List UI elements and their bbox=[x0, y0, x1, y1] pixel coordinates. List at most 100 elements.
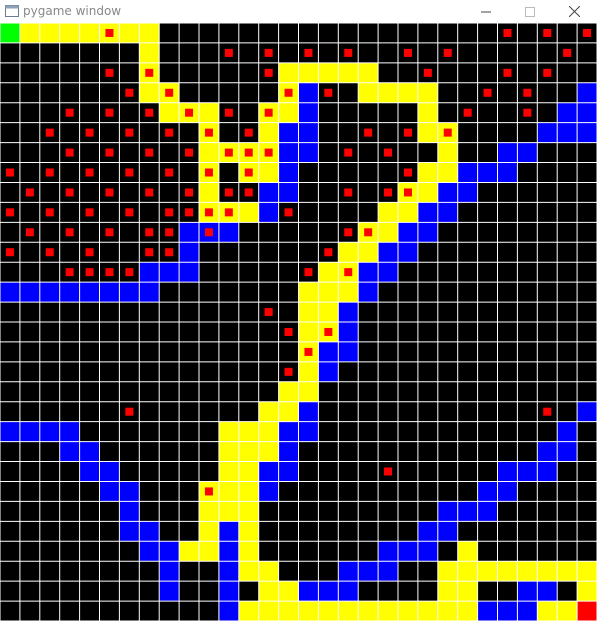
wall-cell bbox=[278, 162, 299, 183]
red-dot-marker bbox=[105, 108, 114, 117]
wall-cell bbox=[358, 262, 379, 283]
close-icon bbox=[568, 6, 580, 17]
wall-cell bbox=[477, 501, 498, 522]
path-cell bbox=[59, 23, 80, 43]
wall-cell bbox=[318, 581, 339, 602]
path-cell bbox=[238, 461, 259, 482]
wall-cell bbox=[278, 421, 299, 442]
red-dot-marker bbox=[304, 347, 313, 356]
path-cell bbox=[537, 601, 558, 621]
wall-cell bbox=[59, 441, 80, 462]
minimize-button[interactable] bbox=[463, 0, 509, 23]
path-cell bbox=[258, 401, 279, 422]
maximize-icon bbox=[525, 6, 535, 17]
path-cell bbox=[278, 62, 299, 83]
red-dot-marker bbox=[324, 88, 333, 97]
path-cell bbox=[258, 581, 279, 602]
wall-cell bbox=[398, 242, 418, 263]
path-cell bbox=[318, 262, 339, 283]
red-dot-marker bbox=[304, 268, 313, 277]
path-cell bbox=[218, 501, 239, 522]
wall-cell bbox=[497, 142, 518, 163]
wall-cell bbox=[517, 142, 538, 163]
wall-cell bbox=[159, 541, 180, 562]
wall-cell bbox=[537, 122, 558, 143]
red-dot-marker bbox=[65, 188, 74, 197]
red-dot-marker bbox=[145, 108, 154, 117]
wall-cell bbox=[218, 541, 239, 562]
path-cell bbox=[417, 601, 438, 621]
red-dot-marker bbox=[145, 68, 154, 77]
path-cell bbox=[557, 601, 578, 621]
path-cell bbox=[218, 461, 239, 482]
path-cell bbox=[199, 541, 219, 562]
red-dot-marker bbox=[45, 248, 54, 257]
maximize-button[interactable] bbox=[507, 0, 553, 23]
wall-cell bbox=[258, 182, 279, 203]
red-dot-marker bbox=[45, 168, 54, 177]
path-cell bbox=[318, 302, 339, 322]
red-dot-marker bbox=[165, 128, 174, 137]
path-cell bbox=[278, 601, 299, 621]
close-button[interactable] bbox=[551, 0, 597, 23]
path-cell bbox=[258, 421, 279, 442]
red-dot-marker bbox=[344, 228, 353, 237]
path-cell bbox=[358, 82, 379, 103]
wall-cell bbox=[338, 302, 359, 322]
path-cell bbox=[318, 62, 339, 83]
path-cell bbox=[457, 581, 478, 602]
red-dot-marker bbox=[304, 48, 313, 57]
path-cell bbox=[577, 561, 597, 582]
path-cell bbox=[19, 23, 40, 43]
red-dot-marker bbox=[344, 48, 353, 57]
path-cell bbox=[378, 202, 398, 223]
wall-cell bbox=[477, 162, 498, 183]
red-dot-marker bbox=[105, 228, 114, 237]
path-cell bbox=[378, 82, 398, 103]
red-dot-marker bbox=[5, 168, 14, 177]
path-cell bbox=[398, 202, 418, 223]
wall-cell bbox=[457, 162, 478, 183]
wall-cell bbox=[318, 361, 339, 382]
red-dot-marker bbox=[65, 148, 74, 157]
wall-cell bbox=[497, 481, 518, 502]
wall-cell bbox=[437, 182, 458, 203]
wall-cell bbox=[159, 581, 180, 602]
path-cell bbox=[179, 541, 199, 562]
red-dot-marker bbox=[165, 208, 174, 217]
path-cell bbox=[437, 142, 458, 163]
red-dot-marker bbox=[125, 268, 134, 277]
wall-cell bbox=[298, 421, 319, 442]
path-cell bbox=[318, 601, 339, 621]
path-cell bbox=[378, 222, 398, 243]
path-cell bbox=[417, 182, 438, 203]
wall-cell bbox=[437, 521, 458, 542]
path-cell bbox=[358, 242, 379, 263]
wall-cell bbox=[278, 441, 299, 462]
path-cell bbox=[199, 521, 219, 542]
red-dot-marker bbox=[284, 88, 293, 97]
path-cell bbox=[358, 62, 379, 83]
red-dot-marker bbox=[224, 108, 233, 117]
path-cell bbox=[298, 361, 319, 382]
path-cell bbox=[477, 561, 498, 582]
path-cell bbox=[398, 82, 418, 103]
wall-cell bbox=[218, 561, 239, 582]
wall-cell bbox=[119, 282, 140, 303]
red-dot-marker bbox=[204, 128, 213, 137]
red-dot-marker bbox=[125, 407, 134, 416]
wall-cell bbox=[417, 521, 438, 542]
red-dot-marker bbox=[264, 108, 273, 117]
title-bar[interactable]: pygame window bbox=[0, 0, 597, 23]
red-dot-marker bbox=[185, 108, 194, 117]
path-cell bbox=[238, 481, 259, 502]
red-dot-marker bbox=[403, 188, 412, 197]
maze-canvas[interactable] bbox=[0, 23, 597, 621]
red-dot-marker bbox=[204, 228, 213, 237]
app-window-icon bbox=[5, 5, 19, 17]
wall-cell bbox=[417, 222, 438, 243]
red-dot-marker bbox=[185, 148, 194, 157]
wall-cell bbox=[577, 401, 597, 422]
path-cell bbox=[119, 23, 140, 43]
wall-cell bbox=[278, 142, 299, 163]
